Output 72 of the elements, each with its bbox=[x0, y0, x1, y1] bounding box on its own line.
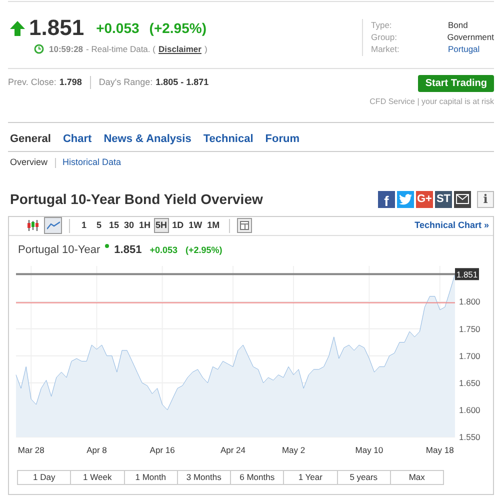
start-trading-button[interactable]: Start Trading bbox=[418, 74, 494, 92]
interval-button[interactable]: 5 bbox=[92, 218, 106, 234]
clock-icon bbox=[34, 44, 44, 54]
stat-value: 1.805 - 1.871 bbox=[156, 76, 209, 89]
realtime-note: - Real-time Data. ( bbox=[86, 43, 156, 56]
chart-price: 1.851 bbox=[114, 242, 142, 258]
twitter-bird-icon[interactable] bbox=[397, 190, 414, 208]
range-button[interactable]: 3 Months bbox=[178, 470, 231, 486]
interval-button[interactable]: 1H bbox=[137, 218, 153, 234]
info-label: Group: bbox=[371, 31, 398, 43]
x-axis-label: Apr 8 bbox=[86, 445, 107, 456]
y-axis-label: 1.800 bbox=[459, 296, 480, 307]
interval-button[interactable]: 15 bbox=[107, 218, 122, 234]
nav-tab[interactable]: News & Analysis bbox=[104, 130, 192, 148]
table-view-icon[interactable] bbox=[236, 218, 252, 234]
x-axis-label: May 18 bbox=[426, 445, 454, 456]
info-value: Government bbox=[447, 31, 494, 43]
email-icon[interactable] bbox=[454, 190, 471, 208]
stat-label: Prev. Close: bbox=[8, 76, 56, 89]
y-axis-label: 1.550 bbox=[459, 432, 480, 442]
x-axis-label: Mar 28 bbox=[18, 445, 44, 456]
range-button[interactable]: Max bbox=[390, 470, 444, 486]
y-axis-label: 1.700 bbox=[459, 351, 480, 362]
nav-tab[interactable]: General bbox=[10, 130, 51, 148]
chart-percent-change: (+2.95%) bbox=[185, 244, 222, 257]
x-axis-label: Apr 16 bbox=[150, 445, 175, 456]
nav-tab[interactable]: Forum bbox=[265, 130, 300, 148]
chart-change: +0.053 bbox=[150, 244, 178, 257]
stat-value: 1.798 bbox=[59, 76, 82, 89]
x-axis-label: May 2 bbox=[282, 445, 306, 456]
chart-instrument-name: Portugal 10-Year bbox=[18, 242, 100, 258]
cfd-risk-note: CFD Service | your capital is at risk bbox=[370, 96, 494, 108]
nav-tab[interactable]: Chart bbox=[62, 130, 92, 148]
y-axis-label: 1.750 bbox=[459, 324, 480, 334]
sub-tab[interactable]: Historical Data bbox=[62, 156, 122, 170]
y-axis-label: 1.600 bbox=[459, 405, 480, 416]
google-plus-icon[interactable]: G+ bbox=[416, 190, 433, 208]
range-button[interactable]: 5 years bbox=[338, 470, 391, 486]
x-axis-label: Apr 24 bbox=[220, 445, 246, 456]
sub-tab[interactable]: Overview bbox=[10, 156, 48, 170]
interval-button[interactable]: 5H bbox=[154, 218, 170, 234]
info-label: Market: bbox=[371, 43, 400, 55]
info-button[interactable]: i bbox=[477, 190, 494, 208]
page-title: Portugal 10-Year Bond Yield Overview bbox=[10, 190, 263, 209]
interval-button[interactable]: 1W bbox=[186, 218, 204, 234]
update-time: 10:59:28 bbox=[49, 43, 84, 56]
stocktwits-icon[interactable]: ST bbox=[435, 190, 452, 208]
range-button[interactable]: 1 Month bbox=[124, 470, 178, 486]
info-label: Type: bbox=[371, 19, 393, 31]
x-axis-label: May 10 bbox=[355, 445, 384, 456]
nav-tab[interactable]: Technical bbox=[203, 130, 254, 148]
interval-button[interactable]: 1M bbox=[205, 218, 222, 234]
percent-change: (+2.95%) bbox=[149, 18, 206, 38]
info-value: Bond bbox=[448, 19, 468, 31]
range-button[interactable]: 1 Day bbox=[17, 470, 72, 486]
ref-line-label: 1.851 bbox=[456, 270, 478, 280]
interval-button[interactable]: 1D bbox=[170, 218, 186, 234]
realtime-note-end: ) bbox=[204, 43, 208, 56]
last-price: 1.851 bbox=[29, 17, 84, 39]
line-chart-icon[interactable] bbox=[44, 217, 62, 234]
stat-label: Day's Range: bbox=[98, 76, 153, 89]
facebook-icon[interactable]: f bbox=[378, 190, 395, 208]
y-axis-label: 1.650 bbox=[459, 378, 480, 388]
interval-button[interactable]: 30 bbox=[122, 218, 136, 234]
range-button[interactable]: 6 Months bbox=[231, 470, 284, 486]
disclaimer-link[interactable]: Disclaimer bbox=[158, 43, 202, 56]
interval-button[interactable]: 1 bbox=[77, 218, 91, 234]
range-button[interactable]: 1 Year bbox=[284, 470, 338, 486]
technical-chart-link[interactable]: Technical Chart » bbox=[414, 219, 489, 232]
price-change: +0.053 bbox=[96, 18, 140, 38]
range-button[interactable]: 1 Week bbox=[71, 470, 124, 486]
info-link[interactable]: Portugal bbox=[448, 43, 480, 55]
